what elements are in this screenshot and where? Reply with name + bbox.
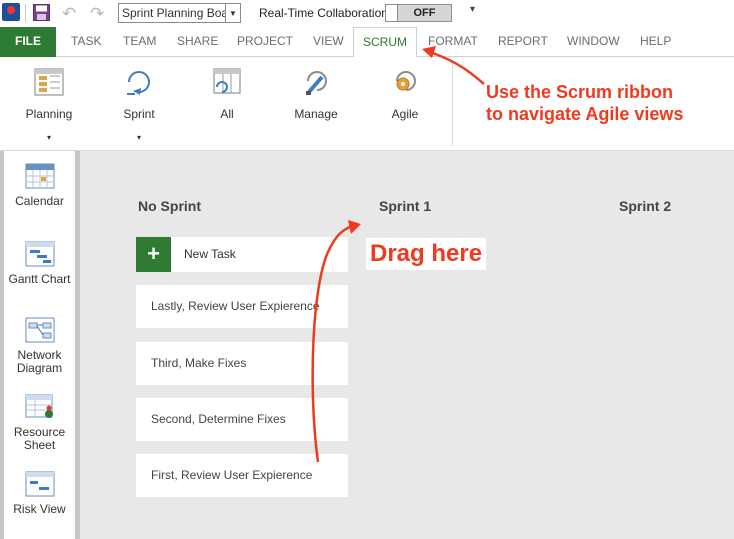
task-card[interactable]: Second, Determine Fixes xyxy=(136,398,348,441)
customize-toolbar-icon[interactable]: ▾ xyxy=(470,4,475,15)
planning-icon xyxy=(34,68,64,96)
sprint-label: Sprint xyxy=(123,107,155,121)
manage-button[interactable]: Manage xyxy=(285,57,347,151)
task-card[interactable]: Lastly, Review User Expierence xyxy=(136,285,348,328)
view-risk-label: Risk View xyxy=(13,502,66,516)
risk-view-icon xyxy=(25,471,54,497)
view-network-label: Network Diagram xyxy=(16,348,63,375)
ribbon-tabs: FILE TASK TEAM SHARE PROJECT VIEW SCRUM … xyxy=(0,27,734,58)
view-selector-value: Sprint Planning Board xyxy=(122,6,225,20)
scrum-annotation-line-1: Use the Scrum ribbon xyxy=(486,82,674,102)
chevron-down-icon[interactable]: ▾ xyxy=(18,133,80,142)
scrum-ribbon-annotation: Use the Scrum ribbon to navigate Agile v… xyxy=(486,81,683,125)
undo-icon[interactable]: ↶ xyxy=(62,4,76,24)
all-button[interactable]: All xyxy=(196,57,258,151)
view-network-diagram[interactable]: Network Diagram xyxy=(4,317,75,375)
tab-share[interactable]: SHARE xyxy=(177,27,218,57)
all-label: All xyxy=(220,107,234,121)
view-resource-sheet[interactable]: Resource Sheet xyxy=(4,394,75,452)
quick-access-toolbar: ↶ ↷ Sprint Planning Board ▼ Real-Time Co… xyxy=(0,0,734,26)
task-card[interactable]: Third, Make Fixes xyxy=(136,342,348,385)
view-resource-label: Resource Sheet xyxy=(13,425,66,452)
planning-label: Planning xyxy=(25,107,73,121)
task-card[interactable]: First, Review User Expierence xyxy=(136,454,348,497)
all-sprints-icon xyxy=(213,68,241,94)
column-header-sprint-1: Sprint 1 xyxy=(379,198,432,214)
view-risk-view[interactable]: Risk View xyxy=(4,471,75,516)
toolbar-divider xyxy=(25,4,26,22)
tab-view[interactable]: VIEW xyxy=(313,27,344,57)
toggle-knob xyxy=(386,5,398,21)
new-task-label: New Task xyxy=(184,247,236,261)
agile-label: Agile xyxy=(391,107,419,121)
redo-icon[interactable]: ↷ xyxy=(90,4,104,24)
column-header-no-sprint: No Sprint xyxy=(138,198,201,214)
ribbon-divider xyxy=(452,62,453,146)
realtime-collaboration-label: Real-Time Collaboration xyxy=(259,6,388,20)
gantt-chart-icon xyxy=(25,241,54,267)
plus-icon: + xyxy=(136,237,171,272)
tab-format[interactable]: FORMAT xyxy=(428,27,478,57)
app-logo-icon xyxy=(2,3,20,21)
realtime-collaboration-toggle[interactable]: OFF xyxy=(385,4,452,22)
tab-report[interactable]: REPORT xyxy=(498,27,548,57)
tab-file[interactable]: FILE xyxy=(0,27,56,57)
scrum-annotation-line-2: to navigate Agile views xyxy=(486,104,684,124)
agile-button[interactable]: Agile xyxy=(374,57,436,151)
save-icon[interactable] xyxy=(33,4,50,21)
tab-project[interactable]: PROJECT xyxy=(237,27,293,57)
view-calendar-label: Calendar xyxy=(15,194,64,208)
drag-here-annotation: Drag here xyxy=(366,238,487,270)
toggle-state: OFF xyxy=(413,7,436,19)
tab-task[interactable]: TASK xyxy=(71,27,101,57)
network-diagram-icon xyxy=(25,317,54,343)
tab-help[interactable]: HELP xyxy=(640,27,671,57)
view-calendar[interactable]: Calendar xyxy=(4,163,75,208)
manage-icon xyxy=(306,71,327,95)
view-gantt-chart[interactable]: Gantt Chart xyxy=(4,241,75,286)
sprint-cycle-icon xyxy=(127,71,150,95)
column-header-sprint-2: Sprint 2 xyxy=(619,198,672,214)
view-bar: Calendar Gantt Chart Network Diagram Res… xyxy=(0,151,80,539)
planning-button[interactable]: Planning ▾ xyxy=(18,57,80,151)
manage-label: Manage xyxy=(294,107,338,121)
tab-team[interactable]: TEAM xyxy=(123,27,156,57)
calendar-icon xyxy=(25,163,54,189)
view-selector[interactable]: Sprint Planning Board ▼ xyxy=(118,3,241,23)
sprint-board: No Sprint Sprint 1 Sprint 2 + New Task L… xyxy=(80,151,734,539)
tab-window[interactable]: WINDOW xyxy=(567,27,620,57)
chevron-down-icon[interactable]: ▼ xyxy=(225,4,240,22)
tab-scrum[interactable]: SCRUM xyxy=(353,27,417,58)
sprint-button[interactable]: Sprint ▾ xyxy=(108,57,170,151)
new-task-button[interactable]: + New Task xyxy=(136,237,348,272)
chevron-down-icon[interactable]: ▾ xyxy=(108,133,170,142)
view-gantt-label: Gantt Chart xyxy=(8,272,71,286)
resource-sheet-icon xyxy=(25,394,53,418)
agile-gear-icon xyxy=(396,71,416,91)
